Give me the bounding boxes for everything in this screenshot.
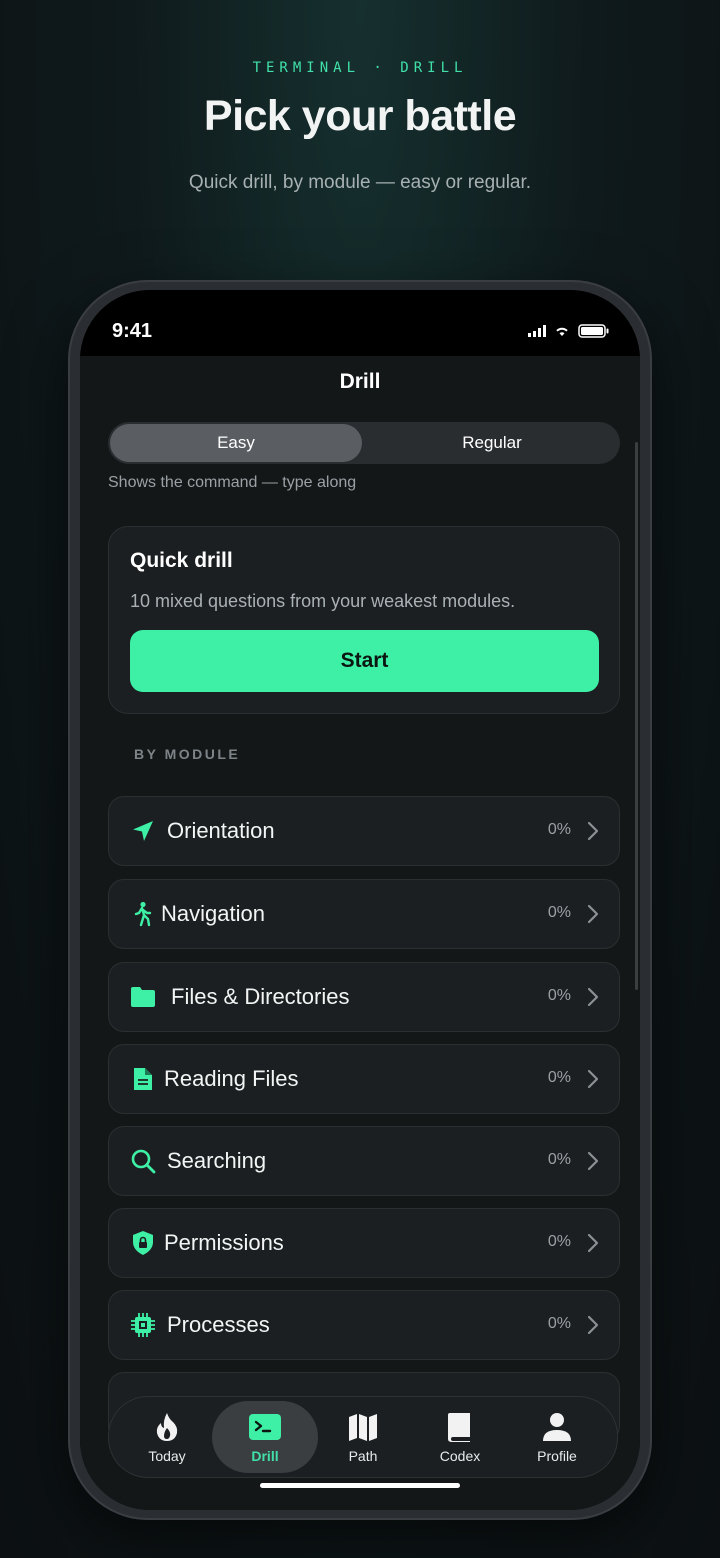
- module-name: Navigation: [161, 901, 265, 926]
- tab-label: Drill: [251, 1448, 279, 1464]
- wifi-icon: [556, 327, 568, 336]
- module-row-reading-files[interactable]: Reading Files 0%: [108, 1044, 620, 1114]
- chevron-right-icon: [587, 904, 599, 924]
- signal-icon: [528, 325, 546, 337]
- module-name: Searching: [167, 1148, 267, 1173]
- module-progress: 0%: [547, 987, 571, 1004]
- cpu-icon: [131, 1313, 155, 1337]
- module-progress: 0%: [547, 1315, 571, 1332]
- quick-drill-title: Quick drill: [130, 549, 233, 572]
- tab-drill[interactable]: Drill: [212, 1401, 318, 1473]
- status-time: 9:41: [112, 320, 153, 342]
- module-progress: 0%: [547, 1233, 571, 1250]
- module-progress: 0%: [547, 821, 571, 838]
- quick-drill-description: 10 mixed questions from your weakest mod…: [130, 591, 516, 611]
- module-row-files-directories[interactable]: Files & Directories 0%: [108, 962, 620, 1032]
- quick-drill-card: Quick drill 10 mixed questions from your…: [108, 526, 620, 714]
- book-icon: [448, 1413, 470, 1442]
- promo-headline: Pick your battle: [203, 92, 517, 140]
- mode-easy-segment[interactable]: Easy: [110, 424, 362, 462]
- status-bar: 9:41: [80, 290, 640, 356]
- phone-frame: 9:41 Drill Easy Regular Shows the comman…: [68, 280, 652, 1520]
- module-name: Permissions: [164, 1230, 284, 1255]
- tab-label: Today: [148, 1448, 186, 1464]
- module-row-processes[interactable]: Processes 0%: [108, 1290, 620, 1360]
- module-row-navigation[interactable]: Navigation 0%: [108, 879, 620, 949]
- chevron-right-icon: [587, 1151, 599, 1171]
- search-icon: [131, 1149, 156, 1174]
- tab-bar: Today Drill Path Codex Profile: [108, 1396, 618, 1478]
- tab-profile[interactable]: Profile: [509, 1401, 605, 1473]
- tab-path[interactable]: Path: [315, 1401, 411, 1473]
- module-row-permissions[interactable]: Permissions 0%: [108, 1208, 620, 1278]
- terminal-icon: [249, 1414, 281, 1440]
- folder-icon: [131, 987, 155, 1007]
- tab-label: Codex: [439, 1448, 481, 1464]
- walking-icon: [134, 901, 152, 927]
- status-icons: [528, 324, 610, 338]
- mode-hint: Shows the command — type along: [108, 474, 357, 491]
- document-icon: [134, 1068, 152, 1090]
- module-row-orientation[interactable]: Orientation 0%: [108, 796, 620, 866]
- drill-screen: Drill Easy Regular Shows the command — t…: [80, 356, 640, 1510]
- tab-today[interactable]: Today: [119, 1401, 215, 1473]
- module-progress: 0%: [547, 1151, 571, 1168]
- module-name: Reading Files: [164, 1066, 299, 1091]
- nav-title: Drill: [339, 370, 381, 393]
- person-icon: [543, 1413, 571, 1441]
- chevron-right-icon: [587, 1069, 599, 1089]
- scroll-indicator[interactable]: [635, 442, 638, 990]
- module-name: Processes: [167, 1312, 270, 1337]
- module-row-searching[interactable]: Searching 0%: [108, 1126, 620, 1196]
- chevron-right-icon: [587, 821, 599, 841]
- tab-label: Path: [348, 1448, 378, 1464]
- module-name: Files & Directories: [171, 984, 350, 1009]
- location-arrow-icon: [133, 821, 153, 841]
- phone-screen: 9:41 Drill Easy Regular Shows the comman…: [80, 290, 640, 1510]
- tab-label: Profile: [537, 1448, 577, 1464]
- promo-subline: Quick drill, by module — easy or regular…: [188, 172, 532, 193]
- chevron-right-icon: [587, 987, 599, 1007]
- module-progress: 0%: [547, 904, 571, 921]
- home-indicator[interactable]: [260, 1483, 460, 1488]
- module-progress: 0%: [547, 1069, 571, 1086]
- section-label: BY MODULE: [134, 746, 241, 762]
- map-icon: [349, 1414, 377, 1441]
- chevron-right-icon: [587, 1315, 599, 1335]
- flame-icon: [156, 1413, 178, 1441]
- chevron-right-icon: [587, 1233, 599, 1253]
- start-button[interactable]: Start: [130, 630, 599, 692]
- promo-eyebrow: TERMINAL · DRILL: [252, 60, 468, 76]
- tab-codex[interactable]: Codex: [412, 1401, 508, 1473]
- mode-segmented-control: Easy Regular: [108, 422, 620, 464]
- battery-icon: [578, 324, 609, 338]
- module-name: Orientation: [167, 818, 275, 843]
- mode-regular-segment[interactable]: Regular: [366, 424, 618, 462]
- shield-lock-icon: [133, 1231, 153, 1255]
